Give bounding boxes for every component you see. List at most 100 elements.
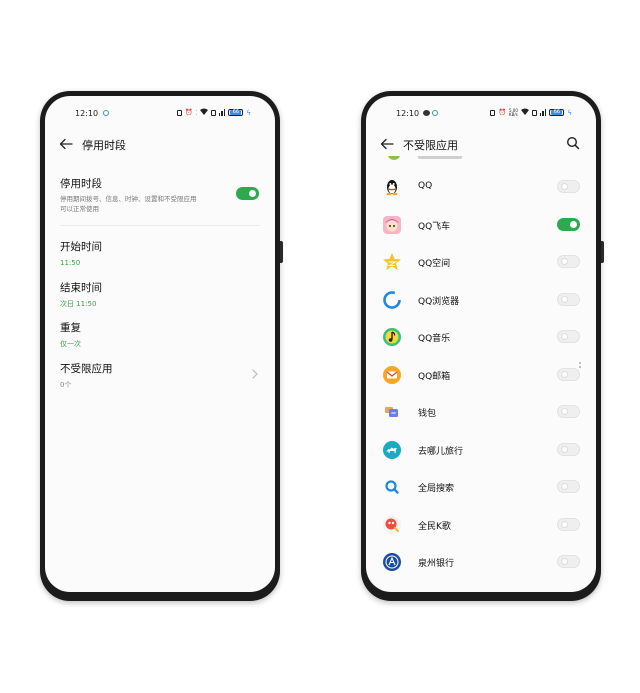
end-time-row[interactable]: 结束时间 次日 11:50 xyxy=(60,280,260,309)
nfc-icon xyxy=(490,109,496,116)
karaoke-icon xyxy=(382,515,402,535)
network-speed: 5.00 KB/s xyxy=(508,107,518,117)
global-search-icon xyxy=(382,477,402,497)
charging-icon: ϟ xyxy=(567,108,572,117)
app-name: QQ xyxy=(418,181,433,191)
assistant-ring-icon xyxy=(432,110,438,116)
alarm-icon: ⏰ xyxy=(185,109,193,116)
app-toggle[interactable] xyxy=(557,217,580,231)
qzone-star-icon xyxy=(382,252,402,272)
network-speed-icon: · · xyxy=(195,107,197,117)
start-time-value: 11:50 xyxy=(60,259,81,267)
qq-music-icon xyxy=(382,327,402,347)
wifi-icon xyxy=(520,108,529,117)
divider xyxy=(60,225,260,226)
app-icon-partial xyxy=(388,156,400,160)
app-toggle[interactable] xyxy=(557,330,580,343)
app-list-item[interactable]: 泉州银行 xyxy=(366,542,596,580)
status-icons: ⏰ · · 66 ϟ xyxy=(177,108,251,117)
app-toggle[interactable] xyxy=(557,255,580,268)
app-list-item[interactable]: QQ空间 xyxy=(366,242,596,280)
repeat-value: 仅一次 xyxy=(60,340,81,348)
disable-period-desc-1: 停用期间拨号、信息、时钟、设置和不受限应用 xyxy=(60,195,197,203)
app-list-item[interactable]: 去哪儿旅行 xyxy=(366,430,596,468)
app-name: QQ飞车 xyxy=(418,221,451,232)
app-toggle[interactable] xyxy=(557,367,580,381)
app-toggle[interactable] xyxy=(557,292,580,306)
app-name: QQ邮箱 xyxy=(418,371,451,382)
back-arrow-icon[interactable] xyxy=(380,137,394,151)
screen-unrestricted-apps: 12:10 ⏰ 5.00 KB/s 66 ϟ 不受限应用 QQ QQ飞车 QQ空… xyxy=(366,96,596,592)
unrestricted-apps-title: 不受限应用 xyxy=(60,363,113,375)
qq-speed-icon xyxy=(382,215,402,235)
app-name: 全局搜索 xyxy=(418,484,455,494)
app-name: 钱包 xyxy=(418,409,437,419)
app-list-item[interactable]: 钱包 xyxy=(366,392,596,430)
app-name: QQ音乐 xyxy=(418,334,451,344)
app-name: 泉州银行 xyxy=(418,559,455,569)
app-list-item[interactable]: QQ邮箱 xyxy=(366,355,596,393)
end-time-title: 结束时间 xyxy=(60,282,102,294)
qunar-camel-icon xyxy=(382,440,402,460)
wechat-notification-icon xyxy=(423,110,430,116)
disable-period-title: 停用时段 xyxy=(60,178,102,190)
phone-frame-right: 12:10 ⏰ 5.00 KB/s 66 ϟ 不受限应用 QQ QQ飞车 QQ空… xyxy=(361,91,604,601)
power-button xyxy=(601,241,604,263)
screen-disable-period: 12:10 ⏰ · · 66 ϟ 停用时段 停用时段 停用期间拨号、信息、时钟、… xyxy=(45,96,275,592)
wallet-icon xyxy=(382,402,402,422)
status-bar: 12:10 ⏰ · · 66 ϟ xyxy=(45,108,275,120)
start-time-row[interactable]: 开始时间 11:50 xyxy=(60,239,260,268)
app-name-partial xyxy=(418,156,462,159)
start-time-title: 开始时间 xyxy=(60,241,102,253)
app-name: QQ浏览器 xyxy=(418,296,460,307)
qq-penguin-icon xyxy=(382,177,402,197)
app-toggle[interactable] xyxy=(557,517,580,531)
app-list-item[interactable]: 全局搜索 xyxy=(366,467,596,505)
signal-icon xyxy=(218,109,226,116)
back-arrow-icon[interactable] xyxy=(59,137,73,151)
app-toggle[interactable] xyxy=(557,442,580,456)
page-title: 不受限应用 xyxy=(403,139,458,152)
app-name: QQ空间 xyxy=(418,259,451,269)
app-list-item[interactable]: QQ xyxy=(366,167,596,205)
app-name: 全民K歌 xyxy=(418,521,451,532)
disable-period-toggle[interactable] xyxy=(236,187,259,200)
app-list-item[interactable]: 全民K歌 xyxy=(366,505,596,543)
app-list-item[interactable]: QQ飞车 xyxy=(366,205,596,243)
quanzhou-bank-icon xyxy=(382,552,402,572)
qq-browser-icon xyxy=(382,290,402,310)
app-toggle[interactable] xyxy=(557,480,580,493)
phone-frame-left: 12:10 ⏰ · · 66 ϟ 停用时段 停用时段 停用期间拨号、信息、时钟、… xyxy=(40,91,283,601)
end-time-value: 次日 11:50 xyxy=(60,300,97,308)
app-list-item[interactable]: QQ音乐 xyxy=(366,317,596,355)
status-time: 12:10 xyxy=(75,109,99,118)
qq-mail-icon xyxy=(382,365,402,385)
charging-icon: ϟ xyxy=(246,108,251,117)
wifi-icon xyxy=(199,108,208,117)
status-icons: ⏰ 5.00 KB/s 66 ϟ xyxy=(490,108,572,117)
nfc-icon xyxy=(177,109,183,116)
repeat-row[interactable]: 重复 仅一次 xyxy=(60,320,260,349)
app-toggle[interactable] xyxy=(557,180,580,193)
app-toggle[interactable] xyxy=(557,405,580,418)
search-icon[interactable] xyxy=(566,136,580,150)
signal-icon xyxy=(539,109,547,116)
sim-icon xyxy=(210,109,216,116)
alarm-icon: ⏰ xyxy=(498,109,506,116)
app-bar: 停用时段 xyxy=(45,134,275,156)
scrollbar[interactable] xyxy=(579,362,582,370)
sim-icon xyxy=(531,109,537,116)
app-list-item[interactable]: QQ浏览器 xyxy=(366,280,596,318)
list-item-partial xyxy=(366,156,596,164)
status-bar: 12:10 ⏰ 5.00 KB/s 66 ϟ xyxy=(366,108,596,120)
assistant-ring-icon xyxy=(103,110,109,116)
chevron-right-icon xyxy=(252,369,258,379)
unrestricted-apps-row[interactable]: 不受限应用 0个 xyxy=(60,361,260,390)
battery-icon: 66 xyxy=(228,109,244,116)
disable-period-row[interactable]: 停用时段 停用期间拨号、信息、时钟、设置和不受限应用 可以正常使用 xyxy=(60,176,260,214)
disable-period-desc-2: 可以正常使用 xyxy=(60,205,99,213)
app-toggle[interactable] xyxy=(557,555,580,568)
status-time: 12:10 xyxy=(396,109,420,118)
battery-icon: 66 xyxy=(549,109,565,116)
app-bar: 不受限应用 xyxy=(366,134,596,156)
